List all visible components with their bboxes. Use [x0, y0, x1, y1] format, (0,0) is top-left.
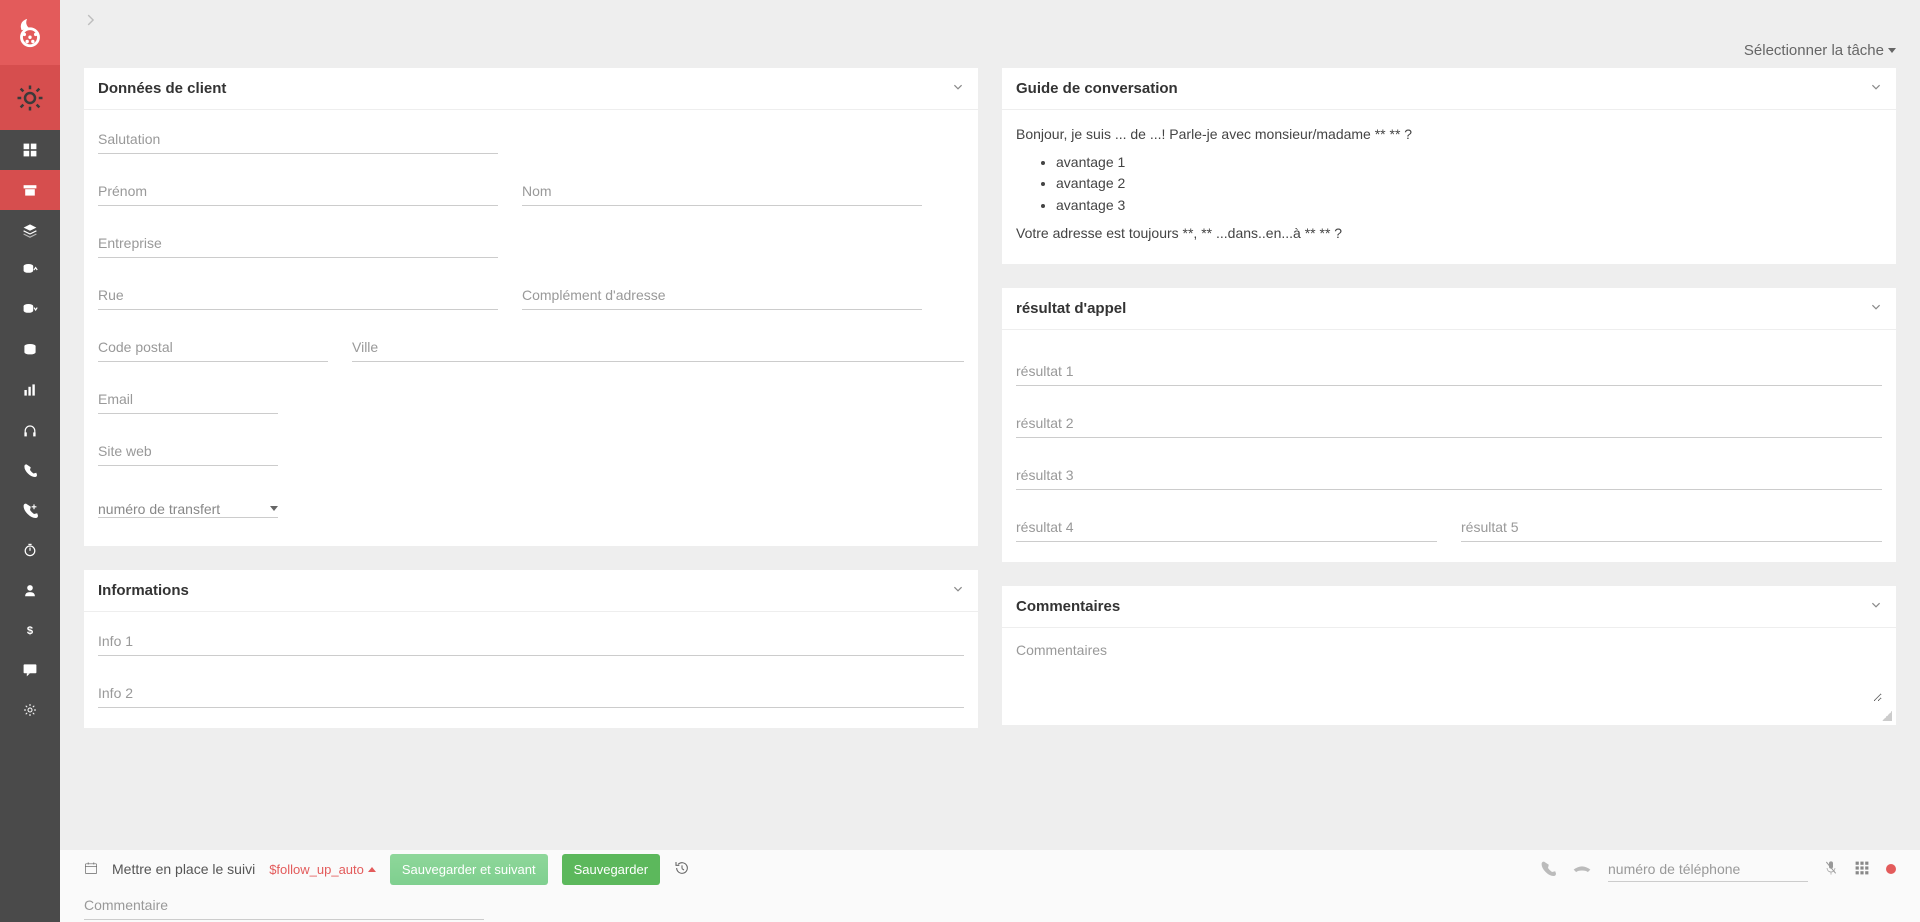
recording-indicator-icon — [1886, 864, 1896, 874]
mic-mute-icon[interactable] — [1824, 860, 1838, 879]
panel-client-header[interactable]: Données de client — [84, 68, 978, 110]
result-1[interactable]: résultat 1 — [1016, 352, 1882, 386]
content-columns: Données de client Salutation Prénom Nom … — [60, 68, 1920, 882]
panel-comments: Commentaires — [1002, 586, 1896, 725]
panel-client-title: Données de client — [98, 80, 226, 97]
hangup-icon[interactable] — [1572, 860, 1592, 879]
history-icon[interactable] — [674, 860, 690, 879]
logo-flame-icon — [0, 0, 60, 65]
guide-content: Bonjour, je suis ... de ...! Parle-je av… — [1002, 110, 1896, 264]
right-column: Guide de conversation Bonjour, je suis .… — [1002, 68, 1896, 870]
caret-up-icon — [368, 867, 376, 872]
save-button[interactable]: Sauvegarder — [562, 854, 660, 885]
panel-client: Données de client Salutation Prénom Nom … — [84, 68, 978, 546]
result-3[interactable]: résultat 3 — [1016, 456, 1882, 490]
result-5[interactable]: résultat 5 — [1461, 508, 1882, 542]
chevron-down-icon — [952, 583, 964, 598]
salutation-field[interactable]: Salutation — [98, 124, 498, 154]
chevron-down-icon — [1870, 81, 1882, 96]
comments-textarea[interactable] — [1016, 642, 1882, 702]
transfer-number-select[interactable]: numéro de transfert — [98, 488, 278, 518]
sidebar-item-database[interactable] — [0, 330, 60, 370]
result-2[interactable]: résultat 2 — [1016, 404, 1882, 438]
chevron-down-icon — [952, 81, 964, 96]
task-selector[interactable]: Sélectionner la tâche — [1744, 42, 1896, 59]
logo-gear-icon — [0, 65, 60, 130]
panel-info-header[interactable]: Informations — [84, 570, 978, 612]
topbar: Sélectionner la tâche — [60, 0, 1920, 68]
panel-result-header[interactable]: résultat d'appel — [1002, 288, 1896, 330]
panel-guide-header[interactable]: Guide de conversation — [1002, 68, 1896, 110]
followup-mode-selector[interactable]: $follow_up_auto — [269, 862, 376, 877]
breadcrumb-chevron-icon — [84, 10, 98, 33]
sidebar-logo — [0, 0, 60, 130]
footer-bar: Mettre en place le suivi $follow_up_auto… — [60, 850, 1920, 922]
sidebar-item-layers[interactable] — [0, 210, 60, 250]
task-selector-label: Sélectionner la tâche — [1744, 42, 1884, 59]
main-content: Sélectionner la tâche Données de client … — [60, 0, 1920, 882]
resize-handle-icon — [1882, 711, 1892, 721]
panel-comments-title: Commentaires — [1016, 598, 1120, 615]
street-field[interactable]: Rue — [98, 280, 498, 310]
sidebar-item-settings[interactable] — [0, 690, 60, 730]
caret-down-icon — [1888, 48, 1896, 53]
lastname-field[interactable]: Nom — [522, 176, 922, 206]
sidebar: $ — [0, 0, 60, 922]
panel-guide-title: Guide de conversation — [1016, 80, 1178, 97]
save-and-next-button[interactable]: Sauvegarder et suivant — [390, 854, 548, 885]
sidebar-item-dashboard[interactable] — [0, 130, 60, 170]
website-field[interactable]: Site web — [98, 436, 278, 466]
svg-text:$: $ — [27, 625, 34, 637]
phone-number-input[interactable] — [1608, 857, 1808, 882]
schedule-followup-label: Mettre en place le suivi — [112, 861, 255, 877]
email-field[interactable]: Email — [98, 384, 278, 414]
sidebar-item-timer[interactable] — [0, 530, 60, 570]
sidebar-item-call-add[interactable] — [0, 490, 60, 530]
chevron-down-icon — [1870, 301, 1882, 316]
info1-field[interactable]: Info 1 — [98, 626, 964, 656]
panel-info-title: Informations — [98, 582, 189, 599]
dialpad-icon[interactable] — [1854, 860, 1870, 879]
company-field[interactable]: Entreprise — [98, 228, 498, 258]
sidebar-item-headphones[interactable] — [0, 410, 60, 450]
sidebar-item-phone[interactable] — [0, 450, 60, 490]
result-4[interactable]: résultat 4 — [1016, 508, 1437, 542]
info2-field[interactable]: Info 2 — [98, 678, 964, 708]
panel-info: Informations Info 1 Info 2 — [84, 570, 978, 728]
address2-field[interactable]: Complément d'adresse — [522, 280, 922, 310]
calendar-icon — [84, 861, 98, 878]
firstname-field[interactable]: Prénom — [98, 176, 498, 206]
caret-down-icon — [270, 506, 278, 511]
panel-comments-header[interactable]: Commentaires — [1002, 586, 1896, 628]
footer-comment-field[interactable]: Commentaire — [84, 890, 484, 920]
panel-result-title: résultat d'appel — [1016, 300, 1126, 317]
zip-field[interactable]: Code postal — [98, 332, 328, 362]
panel-result: résultat d'appel résultat 1 résultat 2 r… — [1002, 288, 1896, 562]
call-icon[interactable] — [1540, 860, 1556, 879]
city-field[interactable]: Ville — [352, 332, 964, 362]
sidebar-item-db-up[interactable] — [0, 250, 60, 290]
left-column: Données de client Salutation Prénom Nom … — [84, 68, 978, 870]
sidebar-item-archive[interactable] — [0, 170, 60, 210]
sidebar-item-chart[interactable] — [0, 370, 60, 410]
sidebar-item-chat[interactable] — [0, 650, 60, 690]
sidebar-item-db-down[interactable] — [0, 290, 60, 330]
chevron-down-icon — [1870, 599, 1882, 614]
panel-guide: Guide de conversation Bonjour, je suis .… — [1002, 68, 1896, 264]
sidebar-item-billing[interactable]: $ — [0, 610, 60, 650]
sidebar-item-user[interactable] — [0, 570, 60, 610]
